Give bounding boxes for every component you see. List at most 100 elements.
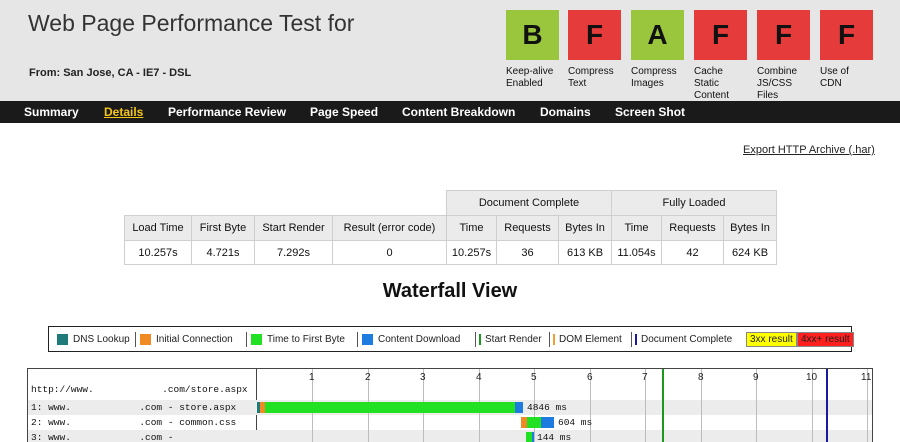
waterfall-chart: http://www. .com/store.aspx 1: www. .com… (27, 368, 873, 442)
grade-cache-static[interactable]: F Cache Static Content (694, 10, 747, 102)
ttfb-swatch-icon (251, 334, 262, 345)
grade-compress-text[interactable]: F Compress Text (568, 10, 621, 90)
col-dc-bytes: Bytes In (558, 215, 612, 241)
grade-letter: F (757, 10, 810, 60)
page-title: Web Page Performance Test for (28, 10, 355, 36)
bar-segment-download (515, 402, 523, 413)
time-tick-label: 10 (806, 372, 818, 383)
metrics-table: Document Complete Fully Loaded Load Time… (124, 190, 777, 265)
request-duration: 4846 ms (527, 402, 567, 413)
nav-content-breakdown[interactable]: Content Breakdown (402, 105, 515, 119)
header-fully-loaded: Fully Loaded (611, 190, 777, 216)
legend-3xx: 3xx result (746, 332, 797, 347)
redaction-mask (74, 416, 131, 429)
legend-dns: DNS Lookup (53, 332, 130, 347)
col-dc-time: Time (446, 215, 497, 241)
grade-label: Compress Text (568, 66, 614, 89)
col-start-render: Start Render (254, 215, 333, 241)
time-tick-label: 2 (365, 372, 371, 383)
grade-use-of-cdn[interactable]: F Use of CDN (820, 10, 873, 90)
nav-performance-review[interactable]: Performance Review (168, 105, 286, 119)
redaction-mask (92, 383, 152, 396)
legend-4xx: 4xx+ result (797, 332, 854, 347)
value-start-render: 7.292s (254, 240, 333, 265)
export-har-link[interactable]: Export HTTP Archive (.har) (743, 144, 875, 156)
legend-start-render: Start Render (475, 332, 542, 347)
col-fl-time: Time (611, 215, 662, 241)
bar-segment-download (532, 432, 534, 442)
value-dc-time: 10.257s (446, 240, 497, 265)
grade-combine-js-css[interactable]: F Combine JS/CSS Files (757, 10, 810, 102)
legend-initial-connection: Initial Connection (135, 332, 233, 347)
time-tick-label: 7 (642, 372, 648, 383)
col-first-byte: First Byte (191, 215, 255, 241)
waterfall-row[interactable]: 2: www. .com - common.css (28, 415, 872, 430)
request-url: 2: www. .com - common.css (31, 417, 237, 428)
waterfall-page-row: http://www. .com/store.aspx (28, 382, 872, 397)
grade-label: Combine JS/CSS Files (757, 66, 798, 101)
legend-label: DOM Element (559, 334, 622, 345)
legend-label: Start Render (485, 334, 542, 345)
legend-label: Document Complete (641, 334, 733, 345)
bar-segment-ttfb (527, 417, 541, 428)
time-tick-label: 1 (309, 372, 315, 383)
legend-label: Time to First Byte (267, 334, 345, 345)
bar-segment-download (541, 417, 554, 428)
bar-segment-ttfb (265, 402, 515, 413)
value-result: 0 (332, 240, 447, 265)
nav-domains[interactable]: Domains (540, 105, 591, 119)
col-fl-requests: Requests (661, 215, 724, 241)
value-fl-time: 11.054s (611, 240, 662, 265)
col-result: Result (error code) (332, 215, 447, 241)
grade-compress-images[interactable]: A Compress Images (631, 10, 684, 90)
test-location: From: San Jose, CA - IE7 - DSL (29, 67, 192, 79)
document-complete-line-icon (635, 334, 637, 345)
legend-label: Content Download (378, 334, 461, 345)
grade-letter: F (820, 10, 873, 60)
time-tick-label: 4 (476, 372, 482, 383)
waterfall-legend: DNS Lookup Initial Connection Time to Fi… (48, 326, 854, 352)
redaction-mask (74, 431, 131, 442)
request-url: 1: www. .com - store.aspx (31, 402, 237, 413)
dns-swatch-icon (57, 334, 68, 345)
legend-label: Initial Connection (156, 334, 233, 345)
value-dc-bytes: 613 KB (558, 240, 612, 265)
nav-details[interactable]: Details (104, 105, 143, 119)
header-document-complete: Document Complete (446, 190, 612, 216)
grade-label: Keep-alive Enabled (506, 66, 554, 89)
legend-dom-element: DOM Element (549, 332, 622, 347)
grade-label: Compress Images (631, 66, 677, 89)
grade-letter: F (694, 10, 747, 60)
grade-keep-alive[interactable]: B Keep-alive Enabled (506, 10, 559, 90)
waterfall-row[interactable]: 3: www. .com - (28, 430, 872, 442)
value-fl-bytes: 624 KB (723, 240, 777, 265)
grade-letter: A (631, 10, 684, 60)
start-render-line (662, 369, 664, 442)
main-nav: Summary Details Performance Review Page … (0, 101, 900, 123)
col-fl-bytes: Bytes In (723, 215, 777, 241)
legend-label: DNS Lookup (73, 334, 130, 345)
grade-label: Use of CDN (820, 66, 849, 89)
grade-label: Cache Static Content (694, 66, 730, 101)
time-tick-label: 11 (861, 372, 872, 383)
time-tick-label: 5 (531, 372, 537, 383)
time-tick-label: 3 (420, 372, 426, 383)
value-dc-requests: 36 (496, 240, 559, 265)
value-first-byte: 4.721s (191, 240, 255, 265)
nav-screen-shot[interactable]: Screen Shot (615, 105, 685, 119)
grade-letter: F (568, 10, 621, 60)
nav-page-speed[interactable]: Page Speed (310, 105, 378, 119)
document-complete-line (826, 369, 828, 442)
page-header: Web Page Performance Test for From: San … (0, 0, 900, 101)
request-duration: 604 ms (558, 417, 593, 428)
legend-document-complete: Document Complete (631, 332, 732, 347)
value-fl-requests: 42 (661, 240, 724, 265)
dom-element-line-icon (553, 334, 555, 345)
connection-swatch-icon (140, 334, 151, 345)
time-tick-label: 6 (587, 372, 593, 383)
value-load-time: 10.257s (124, 240, 192, 265)
nav-summary[interactable]: Summary (24, 105, 79, 119)
redaction-mask (74, 401, 131, 414)
grade-letter: B (506, 10, 559, 60)
legend-content-download: Content Download (357, 332, 460, 347)
